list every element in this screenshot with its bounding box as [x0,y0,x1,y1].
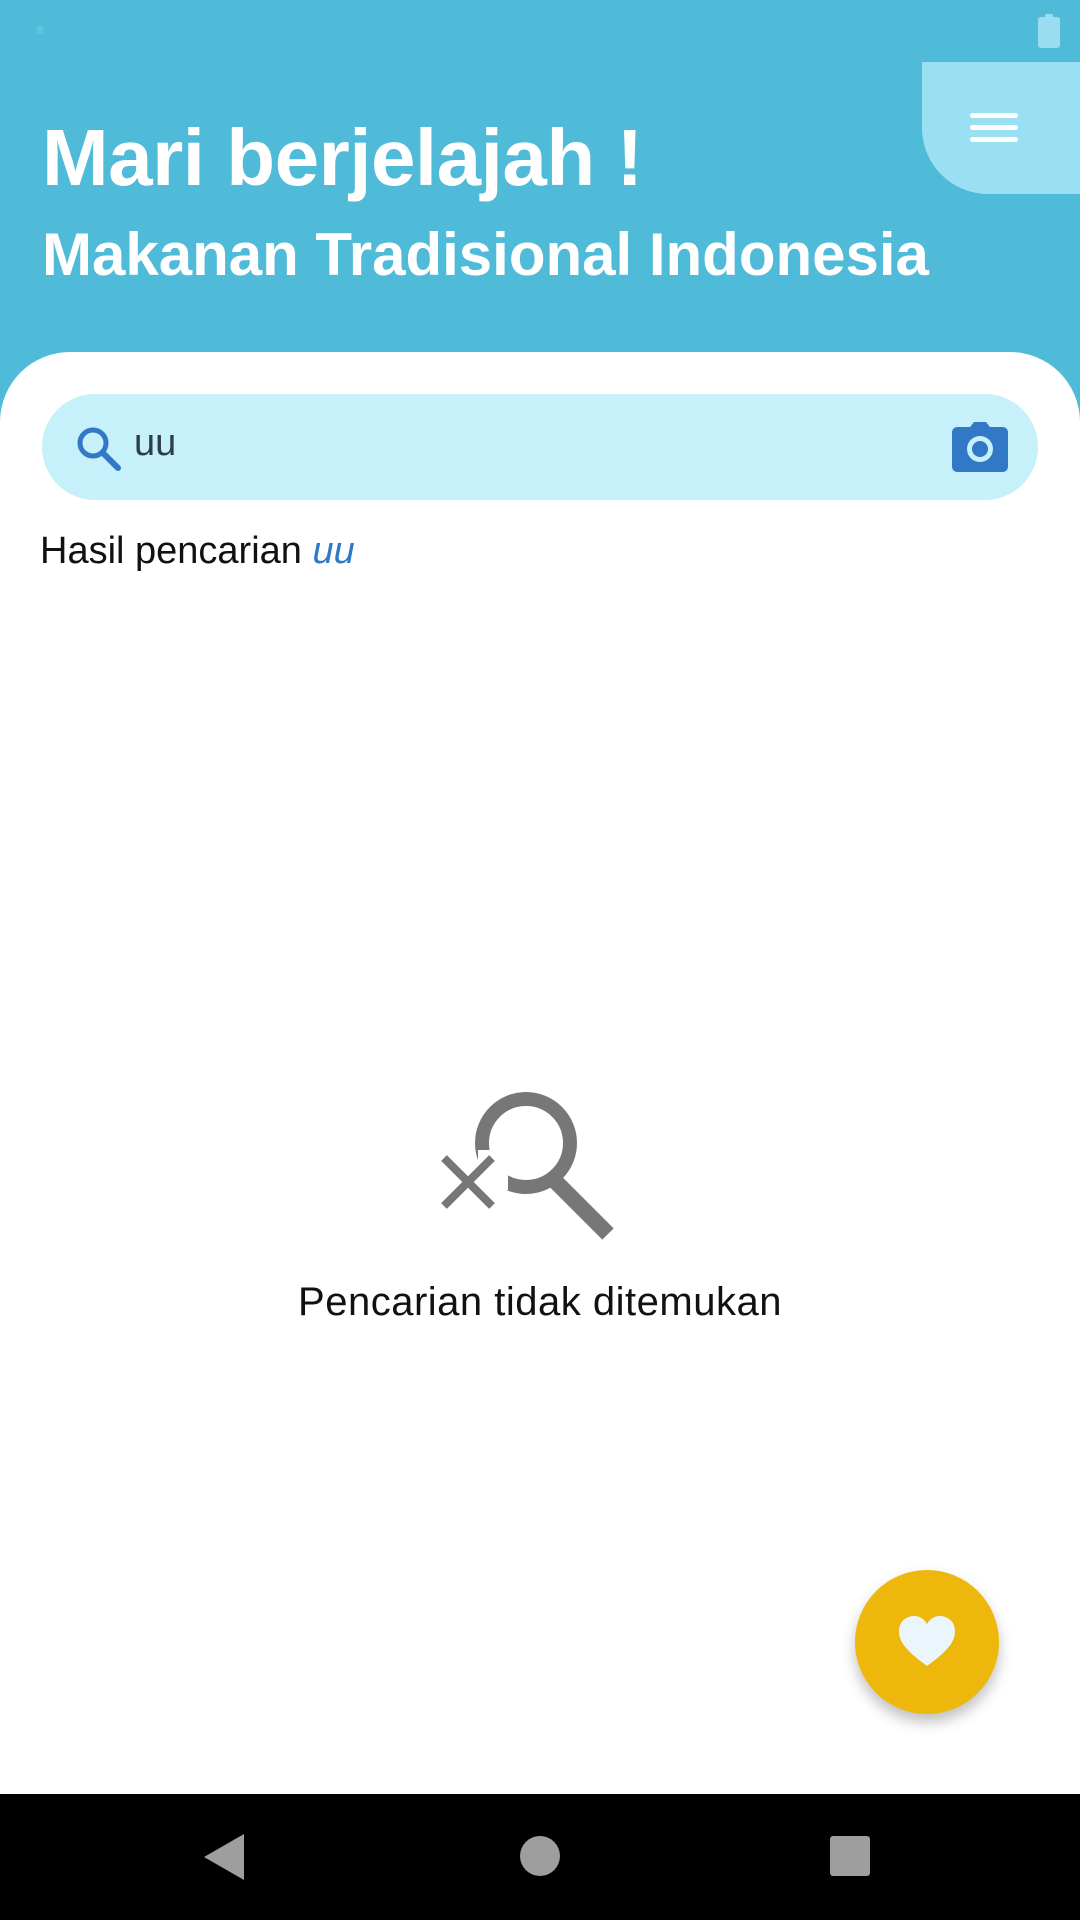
notification-dot [36,26,44,34]
search-result-label: Hasil pencarian uu [40,530,355,573]
favorites-button[interactable] [855,1570,999,1714]
system-nav-bar [0,1794,1080,1920]
result-prefix: Hasil pencarian [40,530,302,572]
search-input[interactable]: uu [134,422,176,465]
home-icon[interactable] [520,1836,560,1876]
menu-button[interactable] [922,62,1080,194]
search-icon [77,427,121,471]
heart-icon [899,1616,955,1666]
page-title: Mari berjelajah ! [42,113,643,202]
search-not-found-icon [441,1092,614,1240]
empty-state-message: Pencarian tidak ditemukan [298,1280,782,1324]
back-icon[interactable] [204,1834,244,1880]
result-query: uu [312,530,355,572]
battery-icon [1038,14,1060,48]
page-subtitle: Makanan Tradisional Indonesia [42,221,929,288]
search-bar[interactable]: uu [42,394,1038,500]
camera-icon[interactable] [952,422,1008,472]
recent-apps-icon[interactable] [830,1836,870,1876]
hamburger-menu-icon [970,113,1018,143]
